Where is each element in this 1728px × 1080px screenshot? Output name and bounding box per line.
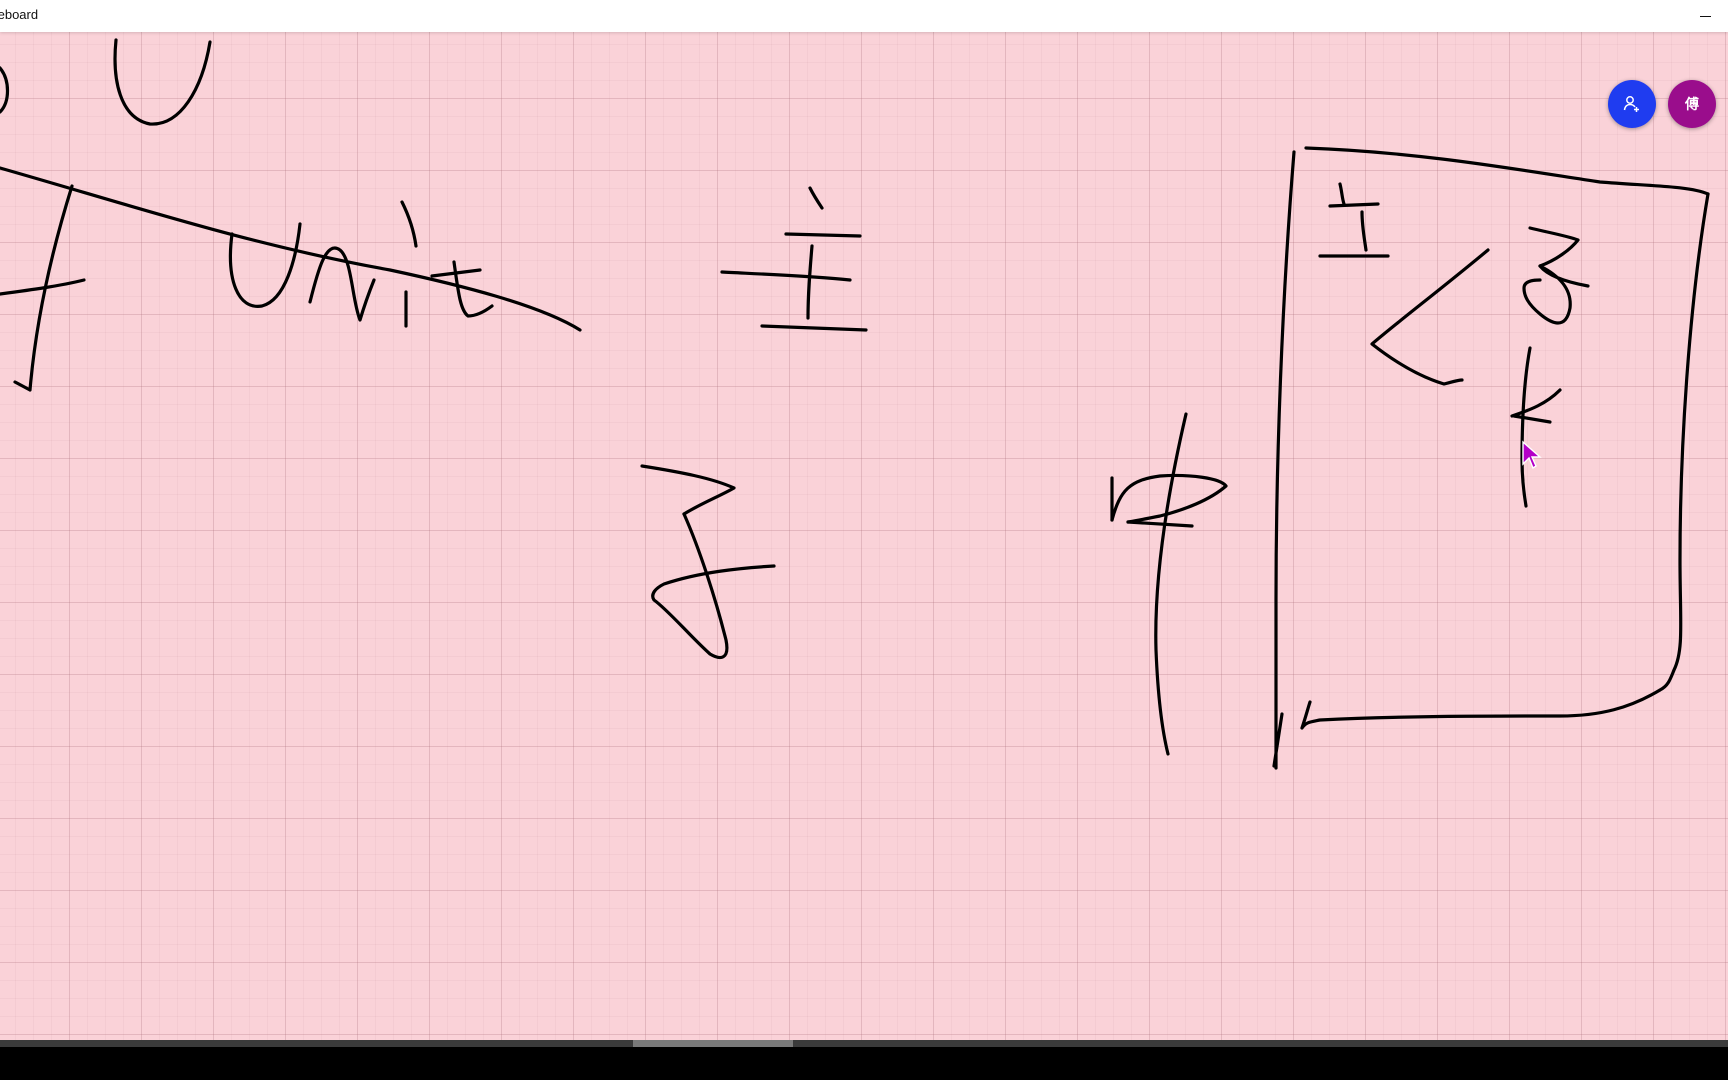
pointer-cursor-icon <box>1522 440 1542 470</box>
ink-stroke-i-dot[interactable] <box>400 200 418 248</box>
ink-stroke-box-left[interactable] <box>1272 150 1296 770</box>
ink-stroke-zi-hook[interactable] <box>651 512 776 660</box>
ink-stroke-small-cross[interactable] <box>1510 388 1562 424</box>
ink-stroke-box-bottom[interactable] <box>1300 688 1662 730</box>
ink-stroke-u[interactable] <box>113 38 212 126</box>
ink-stroke-box-right[interactable] <box>1658 192 1710 692</box>
ink-stroke-box-top[interactable] <box>1304 146 1710 196</box>
window-title: teboard <box>0 7 39 22</box>
minimize-button[interactable] <box>1682 0 1728 32</box>
ink-stroke-zhu-vertical[interactable] <box>806 244 814 320</box>
scrollbar-thumb[interactable] <box>633 1040 793 1047</box>
user-avatar[interactable]: 傅 <box>1668 80 1716 128</box>
ink-stroke-small-zi-top[interactable] <box>1528 226 1580 268</box>
ink-stroke-zhong-bottom[interactable] <box>1126 520 1194 528</box>
ink-stroke-left-curve[interactable] <box>0 66 10 114</box>
ink-stroke-small-zhu-dot[interactable] <box>1338 182 1346 206</box>
ink-stroke-zhong-vertical[interactable] <box>1154 412 1188 756</box>
ink-stroke-zhu-bottom[interactable] <box>760 324 868 332</box>
person-add-icon <box>1623 96 1639 112</box>
ink-stroke-small-zhu-vert[interactable] <box>1360 210 1368 252</box>
ink-layer[interactable] <box>0 0 1728 1080</box>
ink-stroke-zi-top[interactable] <box>640 464 736 516</box>
ink-stroke-f-cross[interactable] <box>0 278 86 296</box>
minimize-icon <box>1699 15 1711 17</box>
ink-stroke-less-than[interactable] <box>1370 248 1490 386</box>
ink-stroke-n[interactable] <box>308 246 376 322</box>
horizontal-scrollbar[interactable] <box>0 1040 1728 1047</box>
invite-collaborator-button[interactable] <box>1608 80 1656 128</box>
title-bar: teboard <box>0 0 1728 32</box>
ink-stroke-small-zi-loop[interactable] <box>1522 264 1590 325</box>
ink-stroke-zhu-dot[interactable] <box>808 186 824 210</box>
ink-stroke-small-vertical[interactable] <box>1520 346 1532 508</box>
ink-stroke-zhu-top[interactable] <box>784 232 862 238</box>
ink-stroke-small-zhu-top[interactable] <box>1328 202 1380 208</box>
ink-stroke-zhu-middle[interactable] <box>720 270 852 282</box>
